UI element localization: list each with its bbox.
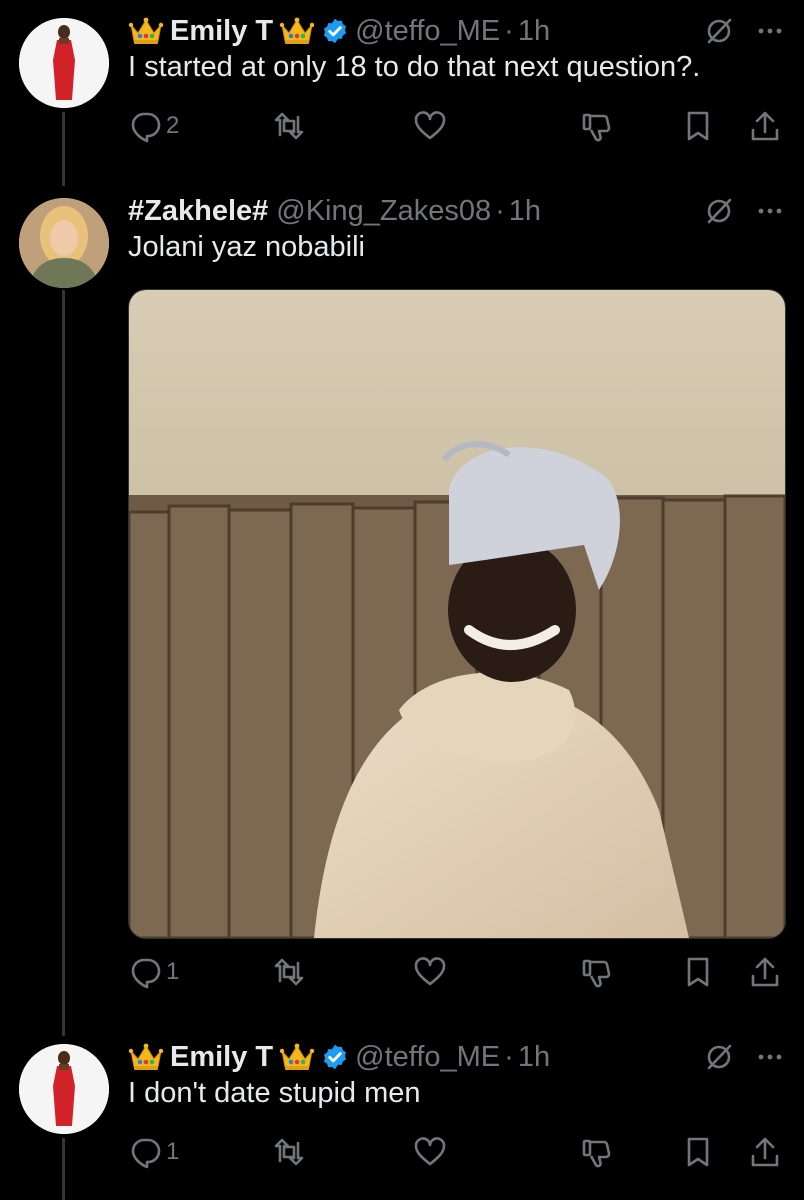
bookmark-icon <box>681 109 715 143</box>
timestamp[interactable]: 1h <box>509 194 541 228</box>
verified-badge-icon[interactable] <box>321 1043 349 1071</box>
tweet-media-image[interactable] <box>128 289 786 939</box>
reply-count: 2 <box>166 112 180 139</box>
avatar[interactable] <box>19 198 109 288</box>
reply-icon <box>128 1135 162 1169</box>
tweet-text: Jolani yaz nobabili <box>128 231 365 263</box>
timestamp[interactable]: 1h <box>518 14 550 48</box>
user-handle[interactable]: @teffo_ME <box>355 1040 500 1074</box>
tweet[interactable]: Emily T @teffo_ME · 1h I don't date stup… <box>0 1026 804 1200</box>
display-name[interactable]: Emily T <box>170 1040 273 1074</box>
like-icon <box>413 955 447 989</box>
bookmark-button[interactable] <box>681 955 715 989</box>
reply-button[interactable]: 2 <box>128 109 179 143</box>
user-handle[interactable]: @teffo_ME <box>355 14 500 48</box>
reply-count: 1 <box>166 958 180 985</box>
dislike-button[interactable] <box>580 1135 614 1169</box>
like-button[interactable] <box>413 109 447 143</box>
dislike-icon <box>580 955 614 989</box>
dislike-button[interactable] <box>580 955 614 989</box>
separator-dot: · <box>504 15 514 47</box>
more-icon[interactable] <box>756 197 784 225</box>
dislike-icon <box>580 109 614 143</box>
like-icon <box>413 109 447 143</box>
avatar[interactable] <box>19 18 109 108</box>
grok-icon[interactable] <box>704 1042 734 1072</box>
share-button[interactable] <box>748 1135 782 1169</box>
bookmark-button[interactable] <box>681 1135 715 1169</box>
like-button[interactable] <box>413 1135 447 1169</box>
reply-icon <box>128 955 162 989</box>
more-icon[interactable] <box>756 17 784 45</box>
share-icon <box>748 1135 782 1169</box>
display-name[interactable]: Emily T <box>170 14 273 48</box>
retweet-button[interactable] <box>272 1135 306 1169</box>
reply-button[interactable]: 1 <box>128 955 179 989</box>
retweet-icon <box>272 955 306 989</box>
separator-dot: · <box>504 1041 514 1073</box>
crown-emoji-icon <box>279 16 315 46</box>
bookmark-icon <box>681 955 715 989</box>
like-button[interactable] <box>413 955 447 989</box>
retweet-icon <box>272 1135 306 1169</box>
bookmark-button[interactable] <box>681 109 715 143</box>
reply-icon <box>128 109 162 143</box>
display-name[interactable]: #Zakhele# <box>128 194 268 228</box>
more-icon[interactable] <box>756 1043 784 1071</box>
like-icon <box>413 1135 447 1169</box>
tweet[interactable]: Emily T @teffo_ME · 1h I started at only… <box>0 0 804 170</box>
crown-emoji-icon <box>279 1042 315 1072</box>
retweet-button[interactable] <box>272 955 306 989</box>
avatar[interactable] <box>19 1044 109 1134</box>
reply-button[interactable]: 1 <box>128 1135 179 1169</box>
dislike-button[interactable] <box>580 109 614 143</box>
separator-dot: · <box>495 195 505 227</box>
share-icon <box>748 109 782 143</box>
share-icon <box>748 955 782 989</box>
user-handle[interactable]: @King_Zakes08 <box>276 194 491 228</box>
retweet-button[interactable] <box>272 109 306 143</box>
share-button[interactable] <box>748 109 782 143</box>
dislike-icon <box>580 1135 614 1169</box>
grok-icon[interactable] <box>704 196 734 226</box>
grok-icon[interactable] <box>704 16 734 46</box>
crown-emoji-icon <box>128 16 164 46</box>
verified-badge-icon[interactable] <box>321 17 349 45</box>
timestamp[interactable]: 1h <box>518 1040 550 1074</box>
tweet-text: I started at only 18 to do that next que… <box>128 51 701 83</box>
share-button[interactable] <box>748 955 782 989</box>
reply-count: 1 <box>166 1138 180 1165</box>
crown-emoji-icon <box>128 1042 164 1072</box>
bookmark-icon <box>681 1135 715 1169</box>
tweet-text: I don't date stupid men <box>128 1077 421 1109</box>
retweet-icon <box>272 109 306 143</box>
